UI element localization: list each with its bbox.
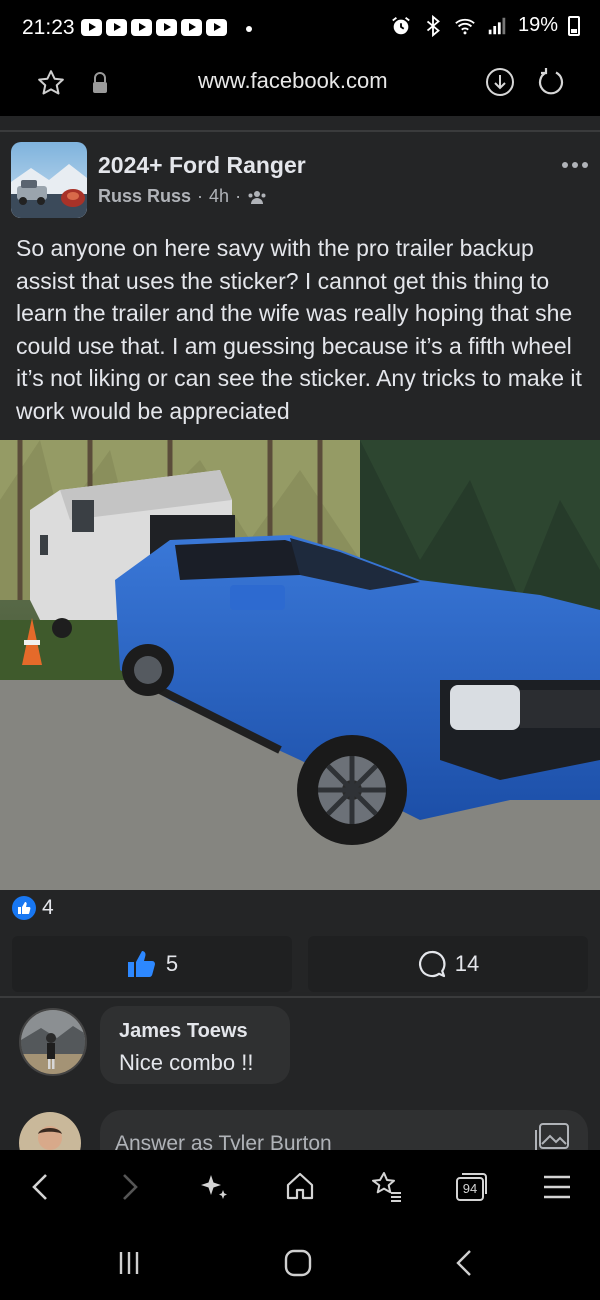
recent-apps-icon[interactable] xyxy=(114,1248,144,1278)
like-count: 5 xyxy=(165,951,179,976)
clock: 21:23 xyxy=(22,16,75,39)
post-meta: Russ Russ · 4h · xyxy=(98,186,267,207)
more-notifications-dot xyxy=(246,26,252,32)
menu-icon[interactable] xyxy=(540,1170,574,1204)
forward-arrow-icon[interactable] xyxy=(112,1170,146,1204)
system-navigation-bar xyxy=(0,1226,600,1300)
post-time[interactable]: 4h xyxy=(209,186,229,207)
youtube-notification-icon xyxy=(206,19,227,36)
bluetooth-icon xyxy=(426,14,440,37)
group-name[interactable]: 2024+ Ford Ranger xyxy=(98,152,306,179)
battery-percentage: 19% xyxy=(517,14,558,36)
post-actions: 5 14 xyxy=(0,936,600,992)
like-reaction-icon xyxy=(12,896,36,920)
comment-count: 14 xyxy=(454,951,480,976)
url-text[interactable]: www.facebook.com xyxy=(198,68,388,94)
notification-icons xyxy=(81,19,227,36)
reload-icon[interactable] xyxy=(535,66,567,98)
comment-button[interactable]: 14 xyxy=(308,936,588,992)
group-members-icon xyxy=(248,190,266,204)
download-icon[interactable] xyxy=(484,66,516,98)
reaction-count: 4 xyxy=(42,896,54,919)
like-button[interactable]: 5 xyxy=(12,936,292,992)
meta-separator: · xyxy=(235,186,242,206)
status-bar: 21:23 19% xyxy=(0,0,600,56)
facebook-feed[interactable]: 2024+ Ford Ranger Russ Russ · 4h · So an… xyxy=(0,116,600,1150)
wifi-icon xyxy=(455,18,475,34)
browser-url-bar: www.facebook.com xyxy=(0,56,600,116)
thumbs-up-icon xyxy=(127,951,155,977)
system-indicators: 19% xyxy=(390,14,580,37)
tabs-button[interactable]: 94 xyxy=(455,1170,489,1204)
group-avatar[interactable] xyxy=(11,142,87,218)
divider xyxy=(0,130,600,132)
commenter-name[interactable]: James Toews xyxy=(119,1020,248,1043)
my-avatar xyxy=(19,1112,81,1150)
system-back-icon[interactable] xyxy=(450,1248,480,1278)
reply-composer: Answer as Tyler Burton xyxy=(0,1108,600,1150)
post-header: 2024+ Ford Ranger Russ Russ · 4h · xyxy=(0,142,600,222)
photo-attach-icon[interactable] xyxy=(532,1122,570,1150)
youtube-notification-icon xyxy=(106,19,127,36)
alarm-icon xyxy=(392,16,410,34)
post-photo[interactable] xyxy=(0,440,600,890)
youtube-notification-icon xyxy=(181,19,202,36)
comment-bubble[interactable]: James Toews Nice combo !! xyxy=(100,1006,290,1084)
meta-separator: · xyxy=(197,186,204,206)
divider xyxy=(0,996,600,998)
reactions-summary[interactable]: 4 xyxy=(12,896,54,920)
post-author[interactable]: Russ Russ xyxy=(98,186,191,207)
reply-placeholder: Answer as Tyler Burton xyxy=(115,1132,332,1150)
browser-toolbar: 94 xyxy=(0,1150,600,1226)
home-button-icon[interactable] xyxy=(283,1248,313,1278)
home-icon[interactable] xyxy=(283,1170,317,1204)
youtube-notification-icon xyxy=(81,19,102,36)
bookmarks-icon[interactable] xyxy=(369,1170,403,1204)
battery-icon xyxy=(568,15,580,36)
bookmark-star-icon[interactable] xyxy=(36,68,66,98)
back-arrow-icon[interactable] xyxy=(24,1170,58,1204)
comment-bubble-icon xyxy=(418,950,446,978)
tabs-count: 94 xyxy=(462,1181,478,1196)
more-options-icon[interactable] xyxy=(560,158,590,172)
reply-input[interactable]: Answer as Tyler Burton xyxy=(100,1110,588,1150)
comment-text: Nice combo !! xyxy=(119,1050,254,1075)
youtube-notification-icon xyxy=(156,19,177,36)
commenter-avatar[interactable] xyxy=(19,1008,87,1076)
sparkle-icon[interactable] xyxy=(197,1170,231,1204)
comment-item: James Toews Nice combo !! xyxy=(0,1006,600,1098)
signal-icon xyxy=(488,17,506,34)
youtube-notification-icon xyxy=(131,19,152,36)
lock-icon[interactable] xyxy=(91,72,109,94)
post-text: So anyone on here savy with the pro trai… xyxy=(16,235,582,424)
